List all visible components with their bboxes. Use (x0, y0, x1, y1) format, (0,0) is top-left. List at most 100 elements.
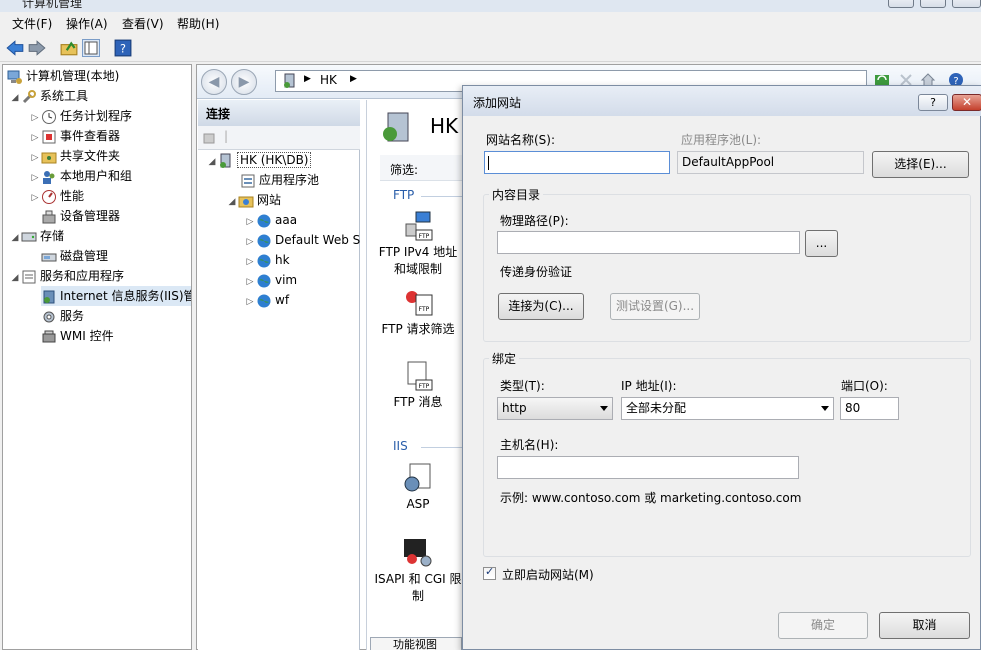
feature-ftp-messages[interactable]: FTP FTP 消息 (373, 360, 463, 411)
tree-item-services[interactable]: 服务 (41, 306, 84, 326)
up-folder-icon[interactable] (60, 39, 78, 57)
ip-label: IP 地址(I): (621, 379, 677, 393)
globe-icon (256, 273, 272, 289)
show-hide-tree-icon[interactable] (82, 39, 100, 57)
test-settings-button[interactable]: 测试设置(G)... (610, 293, 700, 320)
connections-header: 连接 (198, 100, 360, 126)
tab-features-view[interactable]: 功能视图 (370, 637, 462, 650)
maximize-button[interactable] (920, 0, 946, 8)
physical-path-label: 物理路径(P): (500, 214, 569, 228)
computer-management-icon (7, 69, 23, 85)
tree-site[interactable]: ▷ aaa (244, 210, 297, 230)
feature-ftp-ip[interactable]: FTP FTP IPv4 地址和域限制 (373, 210, 463, 278)
services-apps-icon (21, 269, 37, 285)
dialog-help-button[interactable]: ? (918, 94, 948, 111)
site-name-label: 网站名称(S): (486, 133, 556, 147)
port-input[interactable]: 80 (840, 397, 899, 420)
menu-view[interactable]: 查看(V) (122, 15, 164, 32)
tree-item-shared-folders[interactable]: ▷ 共享文件夹 (29, 146, 120, 166)
title-bar: 计算机管理 (0, 0, 981, 12)
globe-icon (256, 213, 272, 229)
ip-select[interactable]: 全部未分配 (621, 397, 834, 420)
tree-item-storage[interactable]: ◢ 存储 (9, 226, 64, 246)
filter-bar: 筛选: (380, 155, 462, 181)
tree-sites[interactable]: ◢ 网站 (226, 190, 281, 210)
help-icon[interactable]: ? (114, 39, 132, 57)
ftp-filter-icon: FTP (402, 287, 434, 319)
connect-icon[interactable] (202, 130, 218, 146)
tree-item-performance[interactable]: ▷ 性能 (29, 186, 84, 206)
tree-item-event-viewer[interactable]: ▷ 事件查看器 (29, 126, 120, 146)
console-tree: 计算机管理(本地) ◢ 系统工具 ▷ 任务计划程序 ▷ 事件查看器 ▷ 共享文件夹 ▷ 本… (2, 64, 192, 650)
host-name-input[interactable] (497, 456, 799, 479)
server-large-icon (380, 110, 414, 144)
type-select[interactable]: http (497, 397, 613, 420)
browse-path-button[interactable]: ... (805, 230, 838, 257)
svg-text:FTP: FTP (419, 233, 430, 240)
host-name-label: 主机名(H): (500, 438, 559, 452)
feature-asp[interactable]: ASP (373, 462, 463, 513)
pass-auth-label: 传递身份验证 (500, 265, 573, 279)
tree-item-local-users[interactable]: ▷ 本地用户和组 (29, 166, 132, 186)
feature-isapi-cgi[interactable]: ISAPI 和 CGI 限制 (373, 537, 463, 605)
tree-item-disk-management[interactable]: 磁盘管理 (41, 246, 108, 266)
start-site-checkbox[interactable]: ✓ (483, 565, 496, 580)
dialog-title: 添加网站 (473, 96, 522, 110)
breadcrumb-server[interactable]: HK (320, 73, 337, 87)
feature-ftp-request-filter[interactable]: FTP FTP 请求筛选 (373, 287, 463, 338)
forward-arrow-icon[interactable] (28, 39, 46, 57)
tree-item-system-tools[interactable]: ◢ 系统工具 (9, 86, 88, 106)
connections-toolbar: | (198, 126, 360, 150)
tree-app-pool[interactable]: 应用程序池 (240, 170, 319, 190)
tree-item-wmi[interactable]: WMI 控件 (41, 326, 114, 346)
page-title: HK (430, 114, 459, 138)
dialog-close-button[interactable]: ✕ (952, 94, 981, 111)
example-text: 示例: www.contoso.com 或 marketing.contoso.… (500, 491, 802, 505)
ok-button[interactable]: 确定 (778, 612, 868, 639)
asp-icon (402, 462, 434, 494)
group-ftp: FTP (393, 188, 481, 202)
tree-site[interactable]: ▷ vim (244, 270, 297, 290)
tree-site[interactable]: ▷ wf (244, 290, 289, 310)
tree-root[interactable]: 计算机管理(本地) (7, 66, 119, 86)
menu-file[interactable]: 文件(F) (12, 15, 52, 32)
binding-title: 绑定 (489, 350, 520, 367)
tree-site[interactable]: ▷ hk (244, 250, 290, 270)
cancel-button[interactable]: 取消 (879, 612, 970, 639)
select-app-pool-button[interactable]: 选择(E)... (872, 151, 969, 178)
shared-folder-icon (41, 149, 57, 165)
tree-server-node[interactable]: ◢ HK (HK\DB) (206, 150, 312, 170)
storage-icon (21, 229, 37, 245)
content-directory-title: 内容目录 (489, 186, 544, 203)
iis-forward-button[interactable]: ▶ (231, 69, 257, 95)
menu-help[interactable]: 帮助(H) (177, 15, 219, 32)
connect-as-button[interactable]: 连接为(C)... (498, 293, 584, 320)
globe-icon (256, 233, 272, 249)
clock-icon (41, 109, 57, 125)
tree-item-device-manager[interactable]: 设备管理器 (41, 206, 120, 226)
iis-back-button[interactable]: ◀ (201, 69, 227, 95)
sites-folder-icon (238, 193, 254, 209)
ftp-messages-icon: FTP (402, 360, 434, 392)
wmi-icon (41, 329, 57, 345)
physical-path-input[interactable] (497, 231, 800, 254)
start-site-label: 立即启动网站(M) (502, 568, 594, 582)
device-manager-icon (41, 209, 57, 225)
gear-icon (41, 309, 57, 325)
iis-icon (41, 289, 57, 305)
app-pool-field: DefaultAppPool (677, 151, 864, 174)
tree-item-iis[interactable]: Internet 信息服务(IIS)管 (41, 286, 191, 306)
site-name-input[interactable] (484, 151, 670, 174)
back-arrow-icon[interactable] (6, 39, 24, 57)
menu-action[interactable]: 操作(A) (66, 15, 108, 32)
tree-item-task-scheduler[interactable]: ▷ 任务计划程序 (29, 106, 132, 126)
menu-bar: 文件(F) 操作(A) 查看(V) 帮助(H) (0, 12, 981, 34)
globe-icon (256, 293, 272, 309)
close-window-button[interactable] (952, 0, 981, 8)
tools-icon (21, 89, 37, 105)
tree-site[interactable]: ▷ Default Web S (244, 230, 360, 250)
tree-item-services-apps[interactable]: ◢ 服务和应用程序 (9, 266, 124, 286)
minimize-button[interactable] (888, 0, 914, 8)
toolbar: ? (0, 34, 981, 62)
group-iis: IIS (393, 439, 481, 453)
